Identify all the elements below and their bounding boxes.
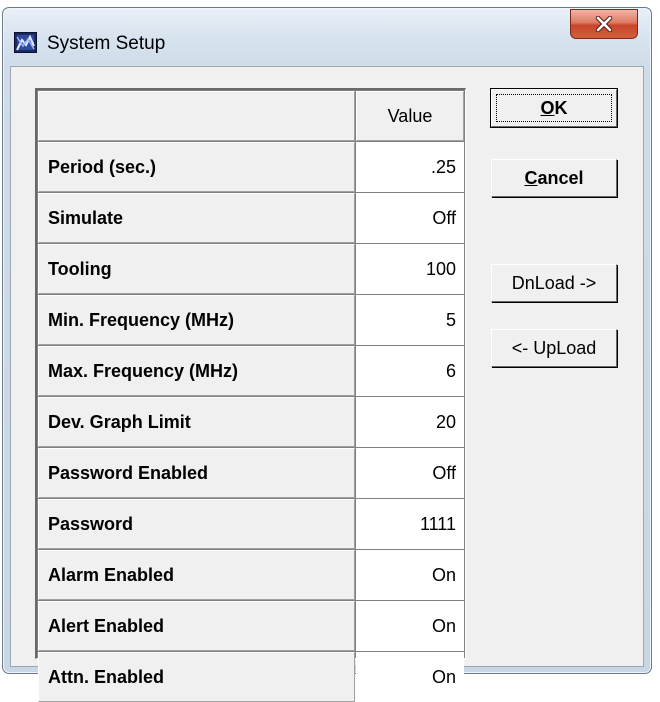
row-label-tooling: Tooling: [38, 244, 355, 294]
close-button[interactable]: [570, 9, 638, 39]
cancel-button[interactable]: Cancel: [491, 159, 617, 197]
row-value-alarm-enabled[interactable]: On: [356, 550, 464, 600]
upload-button[interactable]: <- UpLoad: [491, 329, 617, 367]
row-value-attn-enabled[interactable]: On: [356, 652, 464, 702]
system-setup-app-icon[interactable]: [14, 32, 37, 53]
ok-label-rest: K: [554, 97, 568, 118]
grid-header-label: [38, 91, 355, 141]
grid-header-value: Value: [356, 91, 464, 141]
download-button[interactable]: DnLoad ->: [491, 264, 617, 302]
cancel-label-rest: ancel: [537, 167, 584, 188]
settings-grid: Value Period (sec.) .25 Simulate Off Too…: [35, 88, 466, 702]
row-label-simulate: Simulate: [38, 193, 355, 243]
row-value-max-frequency[interactable]: 6: [356, 346, 464, 396]
row-label-period: Period (sec.): [38, 142, 355, 192]
ok-mnemonic: O: [540, 97, 555, 118]
row-label-password: Password: [38, 499, 355, 549]
row-value-min-frequency[interactable]: 5: [356, 295, 464, 345]
ok-button[interactable]: OK: [490, 88, 618, 128]
system-setup-window: System Setup Value Period (sec.) .25 Sim…: [2, 7, 652, 702]
row-label-max-frequency: Max. Frequency (MHz): [38, 346, 355, 396]
row-value-simulate[interactable]: Off: [356, 193, 464, 243]
row-value-dev-graph-limit[interactable]: 20: [356, 397, 464, 447]
row-value-alert-enabled[interactable]: On: [356, 601, 464, 651]
dialog-client-area: Value Period (sec.) .25 Simulate Off Too…: [10, 66, 644, 702]
row-value-period[interactable]: .25: [356, 142, 464, 192]
row-value-tooling[interactable]: 100: [356, 244, 464, 294]
title-bar[interactable]: System Setup: [3, 8, 651, 68]
window-title: System Setup: [47, 33, 166, 54]
row-label-password-enabled: Password Enabled: [38, 448, 355, 498]
row-label-dev-graph-limit: Dev. Graph Limit: [38, 397, 355, 447]
row-label-alert-enabled: Alert Enabled: [38, 601, 355, 651]
row-value-password-enabled[interactable]: Off: [356, 448, 464, 498]
row-label-attn-enabled: Attn. Enabled: [38, 652, 355, 702]
row-label-alarm-enabled: Alarm Enabled: [38, 550, 355, 600]
row-label-min-frequency: Min. Frequency (MHz): [38, 295, 355, 345]
row-value-password[interactable]: 1111: [356, 499, 464, 549]
cancel-mnemonic: C: [524, 167, 538, 188]
close-x-icon: [595, 16, 613, 32]
